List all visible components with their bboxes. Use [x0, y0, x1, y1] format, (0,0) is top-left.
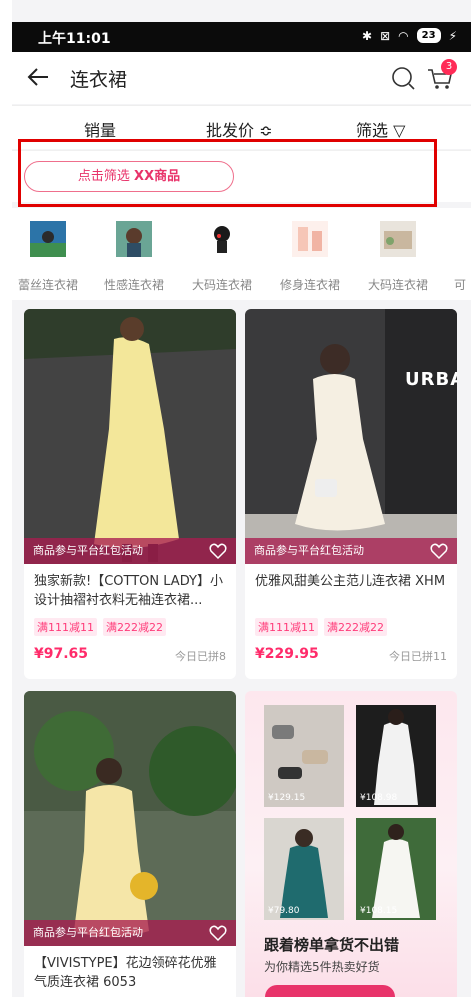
ranking-subtitle: 为你精选5件热卖好货: [264, 960, 380, 974]
ranking-price: ¥108.98: [360, 793, 398, 803]
product-image: URBAI 商品参与平台红包活动: [245, 309, 457, 564]
category-thumb: [375, 216, 421, 262]
promo-bar: 商品参与平台红包活动: [245, 538, 457, 564]
promo-bar: 商品参与平台红包活动: [24, 920, 236, 946]
discount-tag: 满222减22: [103, 618, 166, 636]
bluetooth-icon: ✱: [362, 28, 373, 43]
cart-badge: 3: [441, 59, 457, 75]
category-label: 修身连衣裙: [279, 278, 340, 292]
ranking-price: ¥79.80: [268, 906, 300, 916]
ranking-price: ¥129.15: [268, 793, 306, 803]
category-item[interactable]: 性感连衣裙: [94, 216, 174, 293]
product-card[interactable]: 商品参与平台红包活动 独家新款!【COTTON LADY】小设计抽褶衬衣料无袖连…: [24, 309, 236, 679]
status-bar: 上午11:01 ✱ ⊠ ◠ 23 ⚡: [12, 22, 471, 52]
sim-icon: ⊠: [380, 28, 391, 43]
product-image: 商品参与平台红包活动: [24, 309, 236, 564]
sold-count: 今日已拼8: [175, 650, 226, 663]
category-label: 可: [453, 278, 466, 292]
heart-icon[interactable]: [209, 924, 227, 942]
category-item[interactable]: 大码连衣裙: [182, 216, 262, 293]
status-time: 上午11:01: [38, 31, 111, 47]
product-name: 独家新款!【COTTON LADY】小设计抽褶衬衣料无袖连衣裙...: [34, 574, 223, 608]
tab-filter[interactable]: 筛选 ▽: [356, 117, 405, 141]
product-price: ¥229.95: [255, 646, 319, 662]
product-card[interactable]: URBAI 商品参与平台红包活动 优雅风甜美公主范儿连衣裙 XHM 满111减1…: [245, 309, 457, 679]
ranking-button[interactable]: [265, 985, 395, 997]
product-tags: 满111减11 满222减22: [245, 612, 457, 636]
back-arrow-icon[interactable]: [26, 64, 52, 90]
product-tags: 满111减11 满222减22: [24, 612, 236, 636]
category-item[interactable]: 蕾丝连衣裙: [12, 216, 88, 293]
discount-tag: 满222减22: [324, 618, 387, 636]
category-row: 蕾丝连衣裙 性感连衣裙 大码连衣裙 修身连衣裙 大码连衣裙 可: [12, 208, 471, 300]
category-item[interactable]: 大码连衣裙: [358, 216, 438, 293]
promo-bar: 商品参与平台红包活动: [24, 538, 236, 564]
page-title: 连衣裙: [70, 69, 128, 91]
search-icon[interactable]: [390, 65, 416, 91]
heart-icon[interactable]: [430, 542, 448, 560]
highlight-box: [18, 139, 437, 207]
wifi-icon: ◠: [398, 28, 409, 43]
product-name: 【VIVISTYPE】花边领碎花优雅气质连衣裙 6053: [34, 956, 217, 990]
app-frame: 上午11:01 ✱ ⊠ ◠ 23 ⚡ 连衣裙 3 销量 批发价 ≎ 筛选 ▽ 点…: [12, 0, 471, 997]
price-line: ¥97.65 今日已拼8: [24, 636, 236, 672]
category-thumb: [287, 216, 333, 262]
product-image: 商品参与平台红包活动: [24, 691, 236, 946]
heart-icon[interactable]: [209, 542, 227, 560]
ranking-price: ¥108.15: [360, 906, 398, 916]
charging-icon: ⚡: [448, 28, 457, 43]
ranking-thumb: ¥108.15: [356, 818, 436, 920]
sold-count: 今日已拼11: [389, 650, 447, 663]
category-item[interactable]: 可: [430, 216, 471, 293]
category-thumb: [25, 216, 71, 262]
discount-tag: 满111减11: [34, 618, 97, 636]
discount-tag: 满111减11: [255, 618, 318, 636]
product-name: 优雅风甜美公主范儿连衣裙 XHM: [255, 574, 446, 589]
category-label: 大码连衣裙: [191, 278, 252, 292]
tab-wholesale-price[interactable]: 批发价 ≎: [206, 117, 273, 141]
product-card[interactable]: 商品参与平台红包活动 【VIVISTYPE】花边领碎花优雅气质连衣裙 6053: [24, 691, 236, 997]
ranking-card[interactable]: ¥129.15 ¥108.98 ¥79.80 ¥108.15 跟着榜单拿货不出错…: [245, 691, 457, 997]
category-label: 性感连衣裙: [103, 278, 164, 292]
price-line: ¥229.95 今日已拼11: [245, 636, 457, 672]
product-price: ¥97.65: [34, 646, 89, 662]
tab-sales[interactable]: 销量: [84, 117, 116, 141]
urban-sign-text: URBAI: [405, 369, 457, 390]
category-thumb: [199, 216, 245, 262]
battery-icon: 23: [416, 28, 441, 43]
top-header: 连衣裙 3: [12, 52, 471, 104]
category-label: 大码连衣裙: [367, 278, 428, 292]
category-thumb: [111, 216, 157, 262]
ranking-thumb: ¥129.15: [264, 705, 344, 807]
category-item[interactable]: 修身连衣裙: [270, 216, 350, 293]
ranking-thumb: ¥79.80: [264, 818, 344, 920]
status-icons: ✱ ⊠ ◠ 23 ⚡: [362, 28, 457, 43]
ranking-title: 跟着榜单拿货不出错: [264, 936, 400, 954]
category-label: 蕾丝连衣裙: [17, 278, 78, 292]
filter-strip: 点击筛选 XX商品: [12, 139, 471, 207]
ranking-thumb: ¥108.98: [356, 705, 436, 807]
